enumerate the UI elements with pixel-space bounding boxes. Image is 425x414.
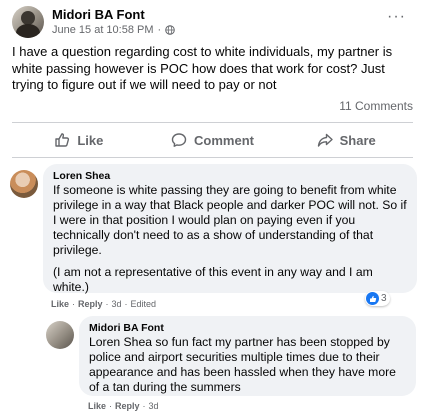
reply-text: Loren Shea so fun fact my partner has be… (89, 335, 396, 394)
comment-button-label: Comment (194, 132, 254, 148)
comment-age[interactable]: 3d (112, 299, 122, 309)
comment-text: If someone is white passing they are goi… (53, 183, 407, 295)
thumbs-up-icon (55, 133, 70, 147)
divider (12, 157, 413, 158)
post-author-name[interactable]: Midori BA Font (52, 7, 145, 22)
comments-count-link[interactable]: 11 Comments (339, 99, 413, 113)
comment-edited-label: Edited (130, 299, 157, 309)
reaction-count-value: 3 (381, 293, 387, 304)
post-header: Midori BA Font June 15 at 10:58 PM · ··· (12, 6, 412, 42)
like-reaction-icon (366, 292, 379, 305)
post-timestamp[interactable]: June 15 at 10:58 PM (52, 24, 154, 36)
share-button-label: Share (339, 132, 376, 148)
reply-like-link[interactable]: Like (88, 401, 106, 411)
reaction-count[interactable]: 3 (365, 291, 390, 306)
comment-bubble: Loren Shea If someone is white passing t… (43, 164, 417, 295)
post-action-bar: Like Comment Share (12, 125, 413, 155)
comment-like-link[interactable]: Like (51, 299, 69, 309)
commenter-avatar[interactable] (10, 170, 38, 198)
comment-reply-link[interactable]: Reply (78, 299, 103, 309)
like-button-label: Like (77, 132, 104, 148)
globe-icon (165, 25, 175, 35)
comment-actions: Like · Reply · 3d · Edited (51, 299, 157, 309)
commenter-name[interactable]: Loren Shea (53, 170, 407, 182)
post-meta: June 15 at 10:58 PM · (52, 24, 175, 36)
reply-actions: Like · Reply · 3d (88, 401, 159, 411)
reply-age[interactable]: 3d (149, 401, 159, 411)
comment-icon (171, 133, 187, 147)
divider (12, 122, 413, 123)
share-button[interactable]: Share (279, 125, 413, 155)
author-avatar[interactable] (12, 6, 44, 38)
replier-avatar[interactable] (46, 321, 74, 349)
comment-button[interactable]: Comment (146, 125, 280, 155)
reply-bubble: Midori BA Font Loren Shea so fun fact my… (79, 316, 416, 396)
replier-name[interactable]: Midori BA Font (89, 322, 406, 334)
more-options-icon[interactable]: ··· (387, 9, 406, 25)
comment-paragraph: (I am not a representative of this event… (53, 265, 373, 294)
like-button[interactable]: Like (12, 125, 146, 155)
reply-reply-link[interactable]: Reply (115, 401, 140, 411)
share-icon (317, 133, 333, 147)
post-body: I have a question regarding cost to whit… (12, 44, 393, 92)
comment-paragraph: If someone is white passing they are goi… (53, 183, 407, 257)
